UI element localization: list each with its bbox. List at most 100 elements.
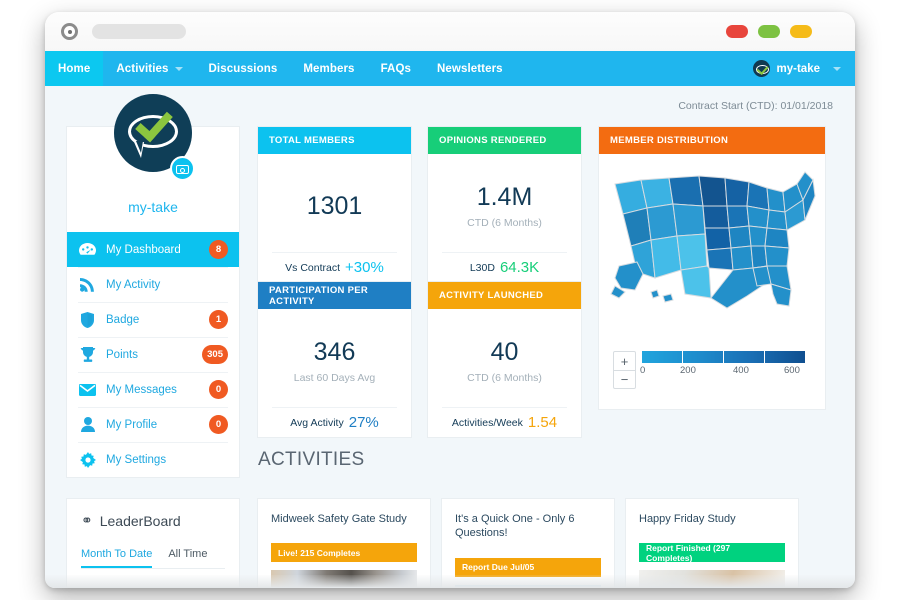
kpi-value: 1.4M [476,183,533,211]
kpi-card-opinions-rendered: OPINIONS RENDERED 1.4M CTD (6 Months) L3… [427,126,582,283]
us-choropleth-map[interactable] [607,166,819,316]
shield-icon [78,311,97,328]
nav-user-label: my-take [776,62,820,75]
window-close-button[interactable] [726,25,748,38]
kpi-foot-label: Avg Activity [290,416,344,429]
tab-month-to-date[interactable]: Month To Date [81,548,153,568]
target-circle-icon [61,23,78,40]
kpi-card-activity-launched: ACTIVITY LAUNCHED 40 CTD (6 Months) Acti… [427,281,582,438]
nav-item-newsletters[interactable]: Newsletters [424,51,516,86]
kpi-card-body: 346 Last 60 Days Avg [258,309,411,407]
camera-icon[interactable] [170,156,195,181]
kpi-card-title: PARTICIPATION PER ACTIVITY [258,282,411,309]
nav-user-menu[interactable]: my-take [752,60,841,77]
kpi-footer: Avg Activity 27% [272,407,397,437]
sidebar-item-points[interactable]: Points 305 [67,337,239,372]
kpi-subtitle: CTD (6 Months) [467,372,542,384]
sidebar-item-label: My Messages [106,383,177,396]
sidebar-username: my-take [128,199,178,215]
kpi-foot-value: 1.54 [527,414,558,431]
nav-item-label: FAQs [380,62,411,75]
nav-item-label: Members [303,62,355,75]
kpi-value: 40 [490,338,519,366]
sidebar: my-take My Dashboard 8 My Activity Badge [66,94,240,478]
dashboard-page: Contract Start (CTD): 01/01/2018 my-take [45,86,855,588]
leaderboard-tabs: Month To Date All Time [81,548,225,569]
map-legend: + − 0 200 400 600 [613,351,805,389]
kpi-footer: L30D 64.3K [442,252,567,282]
kpi-value: 1301 [306,191,363,220]
kpi-foot-value: +30% [345,259,384,276]
sidebar-item-my-messages[interactable]: My Messages 0 [67,372,239,407]
nav-item-discussions[interactable]: Discussions [196,51,291,86]
sidebar-item-my-settings[interactable]: My Settings [67,442,239,477]
sidebar-item-badge[interactable]: Badge 1 [67,302,239,337]
legend-tick: 200 [680,365,696,376]
legend-segment [642,351,683,363]
member-distribution-card: MEMBER DISTRIBUTION + − 0 200 400 600 [598,126,826,410]
camera-lens [180,168,185,173]
nav-item-label: Activities [116,62,169,75]
sidebar-item-label: My Activity [106,278,161,291]
sidebar-avatar-area [67,94,239,199]
kpi-subtitle: CTD (6 Months) [467,217,542,229]
site-navigation-bar: Home Activities Discussions Members FAQs… [45,51,855,86]
window-maximize-button[interactable] [790,25,812,38]
sidebar-item-label: My Settings [106,453,167,466]
legend-tick: 400 [733,365,749,376]
kpi-card-title: OPINIONS RENDERED [428,127,581,154]
envelope-icon [78,381,97,398]
speech-bubble-tail-inner [135,141,143,153]
window-minimize-button[interactable] [758,25,780,38]
kpi-footer: Activities/Week 1.54 [442,407,567,437]
nav-item-label: Newsletters [437,62,503,75]
kpi-card-title: TOTAL MEMBERS [258,127,411,154]
nav-item-label: Discussions [208,62,278,75]
legend-scale: 0 200 400 600 [640,351,805,379]
sidebar-item-my-dashboard[interactable]: My Dashboard 8 [67,232,239,267]
kpi-card-body: 40 CTD (6 Months) [428,309,581,407]
chevron-down-icon [833,66,841,71]
legend-tick-labels: 0 200 400 600 [640,365,805,379]
legend-segment [765,351,805,363]
zoom-out-button[interactable]: − [614,370,635,388]
sidebar-item-badge: 8 [209,240,228,259]
kpi-foot-value: 27% [348,414,379,431]
kpi-subtitle: Last 60 Days Avg [293,372,376,384]
kpi-foot-value: 64.3K [499,259,540,276]
nav-item-members[interactable]: Members [290,51,367,86]
sidebar-item-badge: 0 [209,380,228,399]
kpi-card-participation-per-activity: PARTICIPATION PER ACTIVITY 346 Last 60 D… [257,281,412,438]
legend-tick: 0 [640,365,646,376]
nav-item-label: Home [58,62,91,75]
zoom-in-button[interactable]: + [614,352,635,370]
map-zoom-controls[interactable]: + − [613,351,636,389]
tab-all-time[interactable]: All Time [168,548,207,568]
kpi-card-total-members: TOTAL MEMBERS 1301 Vs Contract +30% [257,126,412,283]
sidebar-item-label: My Dashboard [106,243,181,256]
legend-segment [724,351,765,363]
contract-start-label: Contract Start (CTD): 01/01/2018 [678,100,833,112]
sidebar-item-badge: 305 [202,345,228,364]
activity-card-title: It's a Quick One - Only 6 Questions! [455,513,575,540]
activity-status-badge: Report Due Jul/05 [455,557,601,577]
sidebar-item-label: Badge [106,313,140,326]
gear-icon [78,451,97,468]
user-avatar-icon [752,60,770,77]
nav-item-activities[interactable]: Activities [103,51,195,86]
chevron-down-icon [174,66,183,71]
sidebar-item-my-activity[interactable]: My Activity [67,267,239,302]
sidebar-item-label: Points [106,348,138,361]
trophy-icon [78,346,97,363]
legend-tick: 600 [784,365,800,376]
activities-section-title: ACTIVITIES [258,449,365,470]
sidebar-item-badge: 1 [209,310,228,329]
kpi-foot-label: Vs Contract [285,261,341,274]
nav-item-home[interactable]: Home [45,51,104,86]
kpi-footer: Vs Contract +30% [272,252,397,282]
sidebar-item-my-profile[interactable]: My Profile 0 [67,407,239,442]
map-card-title: MEMBER DISTRIBUTION [599,127,825,154]
address-bar[interactable] [92,24,186,39]
nav-item-faqs[interactable]: FAQs [368,51,424,86]
map-area[interactable]: + − 0 200 400 600 [599,154,825,409]
